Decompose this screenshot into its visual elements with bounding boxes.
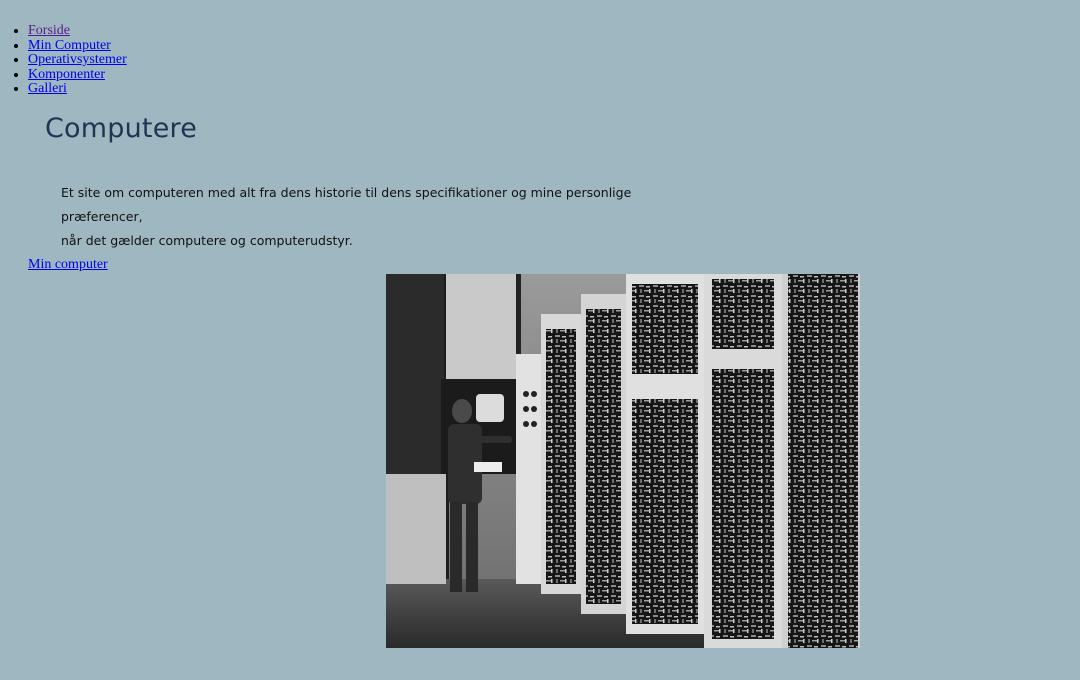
nav-link-min-computer[interactable]: Min Computer <box>28 38 111 53</box>
computer-photo <box>386 274 860 648</box>
nav-item-galleri: Galleri <box>28 81 127 97</box>
intro-line-2: når det gælder computere og computerudst… <box>61 233 353 248</box>
nav-link-galleri[interactable]: Galleri <box>28 81 67 96</box>
min-computer-link[interactable]: Min computer <box>28 257 108 273</box>
page-title: Computere <box>45 113 198 144</box>
nav-link-forside[interactable]: Forside <box>28 23 70 38</box>
nav-item-operativsystemer: Operativsystemer <box>28 52 127 68</box>
main-nav: Forside Min Computer Operativsystemer Ko… <box>0 23 127 97</box>
computer-photo-image <box>386 274 860 648</box>
nav-link-komponenter[interactable]: Komponenter <box>28 67 105 82</box>
intro-text: Et site om computeren med alt fra dens h… <box>61 181 681 253</box>
nav-item-min-computer: Min Computer <box>28 38 127 54</box>
nav-item-komponenter: Komponenter <box>28 67 127 83</box>
nav-link-operativsystemer[interactable]: Operativsystemer <box>28 52 127 67</box>
nav-item-forside: Forside <box>28 23 127 39</box>
intro-line-1: Et site om computeren med alt fra dens h… <box>61 185 632 224</box>
